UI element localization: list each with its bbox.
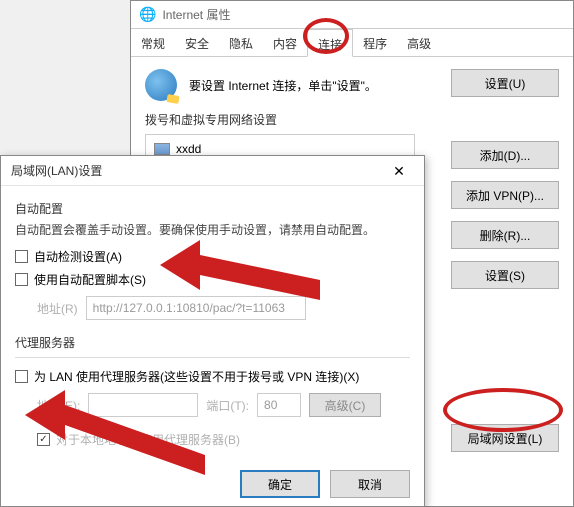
- bypass-local-checkbox[interactable]: [37, 433, 50, 446]
- proxy-address-label: 地址(E):: [37, 397, 80, 414]
- auto-detect-checkbox[interactable]: [15, 250, 28, 263]
- tab-5[interactable]: 程序: [353, 29, 397, 56]
- auto-config-group-label: 自动配置: [15, 200, 410, 217]
- tab-6[interactable]: 高级: [397, 29, 441, 56]
- delete-button[interactable]: 删除(R)...: [451, 221, 559, 249]
- connection-icon: [154, 143, 170, 155]
- proxy-group-label: 代理服务器: [15, 334, 410, 351]
- setup-button[interactable]: 设置(U): [451, 69, 559, 97]
- auto-script-label: 使用自动配置脚本(S): [34, 271, 146, 288]
- cancel-button[interactable]: 取消: [330, 470, 410, 498]
- lan-settings-dialog: 局域网(LAN)设置 ✕ 自动配置 自动配置会覆盖手动设置。要确保使用手动设置，…: [0, 155, 425, 507]
- ok-button[interactable]: 确定: [240, 470, 320, 498]
- settings-button[interactable]: 设置(S): [451, 261, 559, 289]
- auto-config-description: 自动配置会覆盖手动设置。要确保使用手动设置，请禁用自动配置。: [15, 221, 410, 238]
- tab-3[interactable]: 内容: [263, 29, 307, 56]
- add-vpn-button[interactable]: 添加 VPN(P)...: [451, 181, 559, 209]
- add-button[interactable]: 添加(D)...: [451, 141, 559, 169]
- auto-script-checkbox[interactable]: [15, 273, 28, 286]
- dial-entry: xxdd: [176, 142, 201, 156]
- tab-4[interactable]: 连接: [307, 29, 353, 57]
- tab-strip: 常规安全隐私内容连接程序高级: [131, 29, 573, 57]
- dial-section-label: 拨号和虚拟专用网络设置: [145, 111, 559, 128]
- script-address-input[interactable]: [86, 296, 306, 320]
- tab-2[interactable]: 隐私: [219, 29, 263, 56]
- use-proxy-label: 为 LAN 使用代理服务器(这些设置不用于拨号或 VPN 连接)(X): [34, 368, 359, 385]
- proxy-address-input[interactable]: [88, 393, 198, 417]
- proxy-port-label: 端口(T):: [206, 397, 249, 414]
- dialog-title: 局域网(LAN)设置: [11, 162, 102, 179]
- dialog-titlebar: 局域网(LAN)设置 ✕: [1, 156, 424, 186]
- tab-1[interactable]: 安全: [175, 29, 219, 56]
- proxy-port-input[interactable]: [257, 393, 301, 417]
- window-title: Internet 属性: [162, 6, 230, 23]
- auto-detect-label: 自动检测设置(A): [34, 248, 122, 265]
- window-titlebar: 🌐 Internet 属性: [131, 1, 573, 29]
- use-proxy-checkbox[interactable]: [15, 370, 28, 383]
- advanced-button[interactable]: 高级(C): [309, 393, 381, 417]
- script-address-label: 地址(R): [37, 300, 78, 317]
- tab-0[interactable]: 常规: [131, 29, 175, 56]
- globe-icon: 🌐: [139, 6, 156, 23]
- earth-icon: [145, 69, 177, 101]
- bypass-local-label: 对于本地地址不使用代理服务器(B): [56, 431, 240, 448]
- divider: [15, 357, 410, 358]
- setup-hint-text: 要设置 Internet 连接，单击"设置"。: [189, 77, 377, 94]
- lan-settings-button[interactable]: 局域网设置(L): [451, 424, 559, 452]
- close-icon[interactable]: ✕: [384, 159, 414, 183]
